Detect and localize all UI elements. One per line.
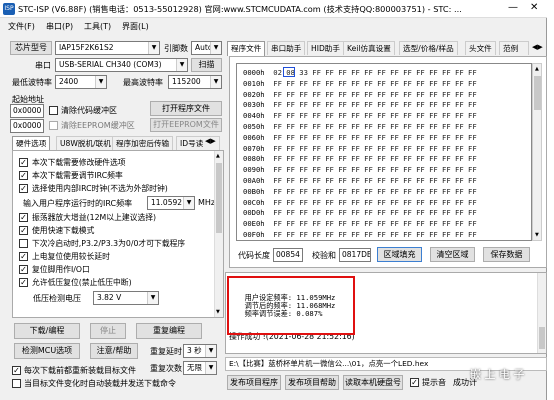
annotation-overlay [227,276,355,335]
background-strip [548,0,554,400]
red-highlight-box [227,276,355,335]
